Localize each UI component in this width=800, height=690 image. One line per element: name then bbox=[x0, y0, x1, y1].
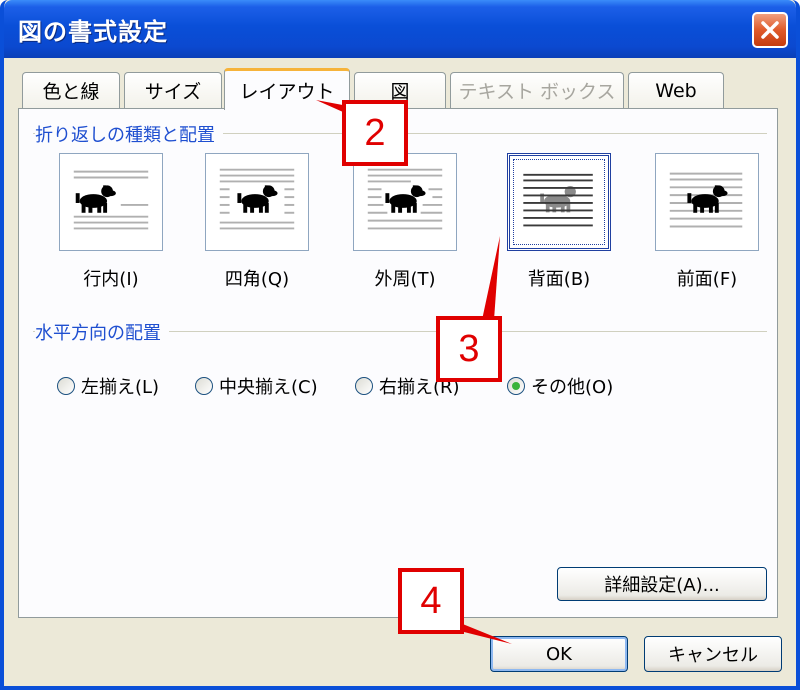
layout-tab-panel: 折り返しの種類と配置 行内(I) 四角(Q) 外周(T) 背面(B) 前面(F)… bbox=[18, 108, 778, 618]
wrap-option-square-preview[interactable] bbox=[205, 153, 309, 251]
tab-label: 色と線 bbox=[42, 81, 100, 103]
wrap-option-label: 前面(F) bbox=[676, 269, 738, 290]
behind-text-dog-icon bbox=[523, 173, 593, 227]
callout-2: 2 bbox=[342, 100, 408, 166]
wrap-option-square[interactable]: 四角(Q) bbox=[205, 153, 309, 291]
wrap-option-inline-preview[interactable] bbox=[59, 153, 163, 251]
tab-web[interactable]: Web bbox=[628, 72, 724, 108]
tab-label: Web bbox=[655, 79, 697, 102]
radio-button[interactable] bbox=[195, 377, 213, 395]
wrap-option-tight[interactable]: 外周(T) bbox=[353, 153, 457, 291]
tab-size[interactable]: サイズ bbox=[124, 72, 222, 108]
in-front-dog-icon bbox=[669, 172, 743, 228]
callout-3: 3 bbox=[436, 316, 502, 382]
radio-align-center[interactable]: 中央揃え(C) bbox=[195, 373, 318, 399]
tab-label: レイアウト bbox=[239, 81, 335, 103]
cancel-button[interactable]: キャンセル bbox=[644, 636, 782, 672]
wrap-option-label: 四角(Q) bbox=[224, 269, 290, 290]
wrap-option-inline[interactable]: 行内(I) bbox=[59, 153, 163, 291]
wrap-option-label: 背面(B) bbox=[527, 269, 591, 290]
radio-align-other[interactable]: その他(O) bbox=[507, 373, 613, 399]
tab-label: サイズ bbox=[144, 81, 202, 103]
window-title: 図の書式設定 bbox=[18, 18, 168, 46]
radio-button[interactable] bbox=[57, 377, 75, 395]
wrap-option-tight-preview[interactable] bbox=[353, 153, 457, 251]
wrap-option-in-front[interactable]: 前面(F) bbox=[655, 153, 759, 291]
square-wrap-dog-icon bbox=[219, 168, 295, 230]
wrap-option-label: 行内(I) bbox=[83, 269, 139, 290]
radio-button[interactable] bbox=[355, 377, 373, 395]
wrap-option-label: 外周(T) bbox=[374, 269, 436, 290]
close-icon bbox=[761, 21, 779, 39]
radio-label: 左揃え(L) bbox=[81, 377, 160, 398]
tight-wrap-dog-icon bbox=[367, 168, 443, 230]
wrap-option-in-front-preview[interactable] bbox=[655, 153, 759, 251]
radio-button-checked[interactable] bbox=[507, 377, 525, 395]
title-bar[interactable]: 図の書式設定 bbox=[4, 0, 796, 58]
align-section-title: 水平方向の配置 bbox=[35, 319, 169, 345]
tab-label: テキスト ボックス bbox=[458, 81, 616, 103]
wrap-option-behind-text[interactable]: 背面(B) bbox=[507, 153, 611, 291]
close-button[interactable] bbox=[752, 12, 788, 48]
tab-layout[interactable]: レイアウト bbox=[224, 68, 350, 110]
wrap-option-behind-text-preview[interactable] bbox=[507, 153, 611, 251]
inline-dog-icon bbox=[73, 170, 149, 230]
wrap-section-title: 折り返しの種類と配置 bbox=[35, 121, 223, 147]
radio-label: その他(O) bbox=[531, 377, 614, 398]
tab-text-box: テキスト ボックス bbox=[450, 72, 624, 108]
tab-colors-and-lines[interactable]: 色と線 bbox=[22, 72, 120, 108]
radio-align-left[interactable]: 左揃え(L) bbox=[57, 373, 159, 399]
radio-label: 中央揃え(C) bbox=[219, 377, 318, 398]
callout-4: 4 bbox=[398, 568, 464, 634]
advanced-settings-button[interactable]: 詳細設定(A)... bbox=[557, 567, 767, 601]
ok-button[interactable]: OK bbox=[490, 636, 628, 672]
